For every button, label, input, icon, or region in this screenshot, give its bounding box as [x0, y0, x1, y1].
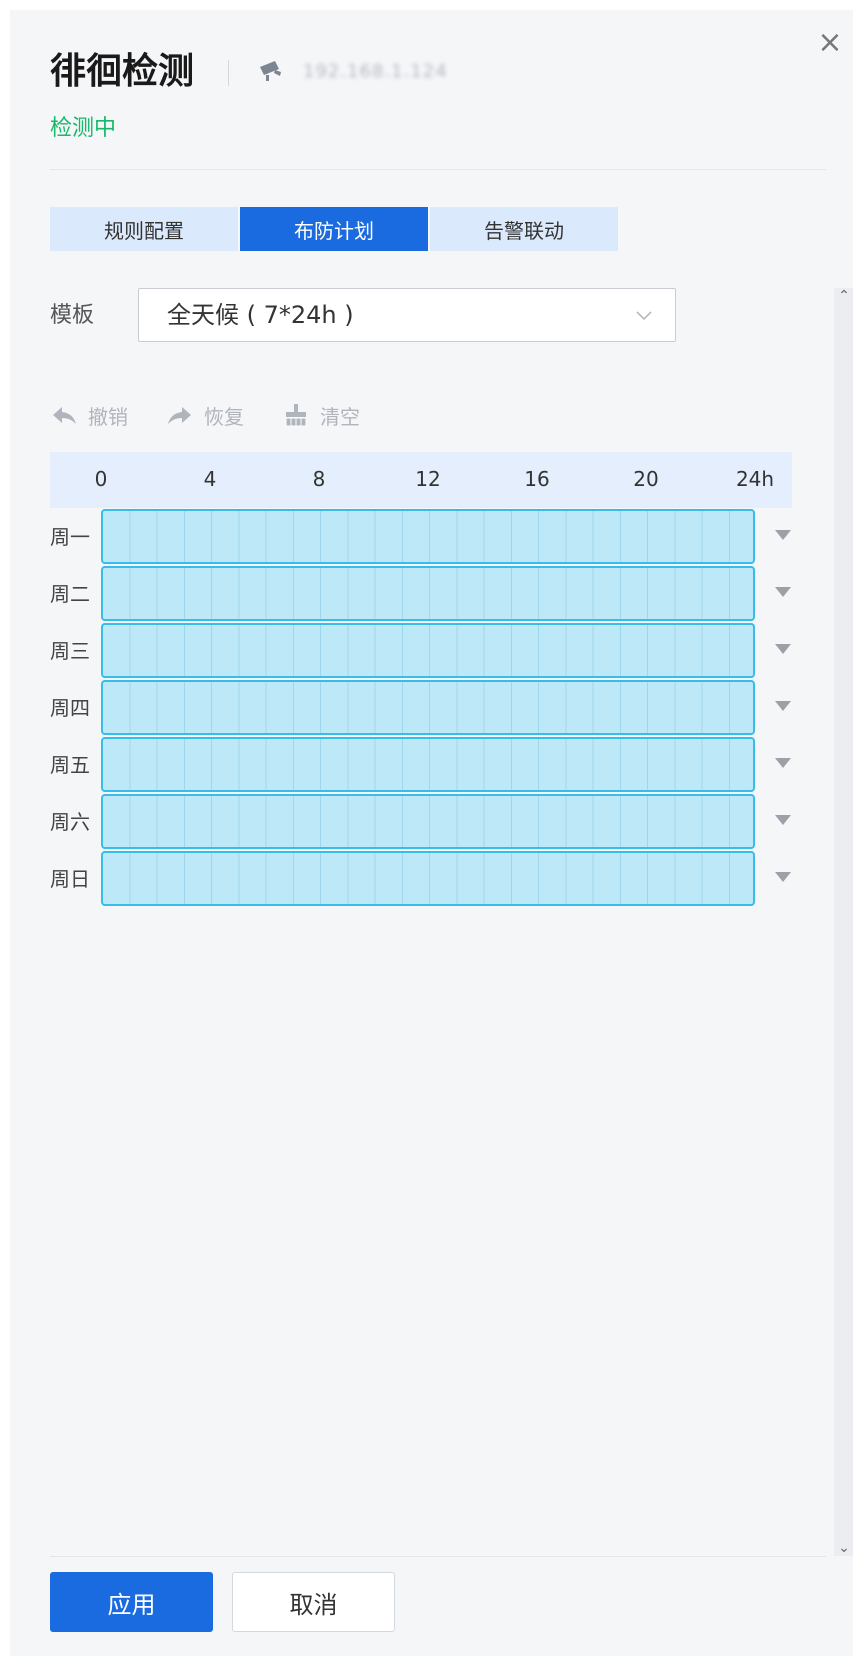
- schedule-track[interactable]: [101, 680, 755, 735]
- schedule-row-monday: 周一: [50, 508, 792, 565]
- day-label: 周一: [50, 525, 90, 549]
- hour-label: 8: [312, 467, 326, 491]
- schedule-track[interactable]: [101, 794, 755, 849]
- day-label: 周三: [50, 639, 90, 663]
- schedule-track[interactable]: [101, 623, 755, 678]
- header-divider: [50, 169, 826, 170]
- schedule-track[interactable]: [101, 509, 755, 564]
- template-select[interactable]: 全天候 ( 7*24h ): [138, 288, 676, 342]
- hour-label: 16: [524, 467, 550, 491]
- footer-divider: [50, 1556, 826, 1557]
- redo-button[interactable]: 恢复: [166, 401, 244, 430]
- hour-label: 4: [203, 467, 217, 491]
- day-label: 周五: [50, 753, 90, 777]
- undo-button[interactable]: 撤销: [50, 401, 128, 430]
- schedule-row-wednesday: 周三: [50, 622, 792, 679]
- scroll-up-icon[interactable]: ⌃: [836, 288, 852, 304]
- close-icon[interactable]: ×: [815, 28, 845, 58]
- caret-down-icon[interactable]: [775, 587, 791, 597]
- hour-label: 0: [94, 467, 108, 491]
- caret-down-icon[interactable]: [775, 815, 791, 825]
- camera-icon: [260, 61, 281, 81]
- schedule-row-saturday: 周六: [50, 793, 792, 850]
- schedule-toolbar: 撤销 恢复 清空: [50, 400, 398, 430]
- schedule-row-thursday: 周四: [50, 679, 792, 736]
- broom-icon: [285, 404, 307, 427]
- title-separator: [228, 60, 229, 86]
- apply-button[interactable]: 应用: [50, 1572, 213, 1632]
- template-label: 模板: [50, 303, 95, 328]
- clear-label: 清空: [320, 404, 360, 429]
- tab-arming-schedule[interactable]: 布防计划: [240, 207, 428, 251]
- schedule-hour-header: 0 4 8 12 16 20 24h: [50, 452, 792, 508]
- caret-down-icon[interactable]: [775, 644, 791, 654]
- schedule-track[interactable]: [101, 566, 755, 621]
- hour-label: 20: [633, 467, 659, 491]
- cancel-button[interactable]: 取消: [232, 1572, 395, 1632]
- clear-button[interactable]: 清空: [282, 401, 360, 430]
- tab-alarm-linkage[interactable]: 告警联动: [430, 207, 618, 251]
- hour-label: 24h: [735, 467, 775, 491]
- schedule-track[interactable]: [101, 851, 755, 906]
- device-ip: 192.168.1.124: [303, 61, 448, 82]
- schedule-row-sunday: 周日: [50, 850, 792, 907]
- tab-rule-config[interactable]: 规则配置: [50, 207, 238, 251]
- chevron-down-icon: [636, 311, 652, 321]
- caret-down-icon[interactable]: [775, 701, 791, 711]
- schedule-row-friday: 周五: [50, 736, 792, 793]
- tab-bar: 规则配置 布防计划 告警联动: [50, 207, 620, 251]
- caret-down-icon[interactable]: [775, 872, 791, 882]
- caret-down-icon[interactable]: [775, 530, 791, 540]
- template-selected-value: 全天候 ( 7*24h ): [167, 301, 354, 329]
- undo-label: 撤销: [88, 404, 128, 429]
- day-label: 周四: [50, 696, 90, 720]
- day-label: 周日: [50, 867, 90, 891]
- day-label: 周二: [50, 582, 90, 606]
- schedule-row-tuesday: 周二: [50, 565, 792, 622]
- vertical-scrollbar[interactable]: ⌃ ⌄: [834, 288, 853, 1556]
- undo-icon: [53, 407, 76, 424]
- caret-down-icon[interactable]: [775, 758, 791, 768]
- status-text: 检测中: [50, 116, 117, 141]
- redo-label: 恢复: [204, 404, 244, 429]
- hour-label: 12: [415, 467, 441, 491]
- schedule-track[interactable]: [101, 737, 755, 792]
- scroll-down-icon[interactable]: ⌄: [836, 1540, 852, 1556]
- page-title: 徘徊检测: [50, 51, 195, 92]
- redo-icon: [168, 407, 191, 424]
- day-label: 周六: [50, 810, 90, 834]
